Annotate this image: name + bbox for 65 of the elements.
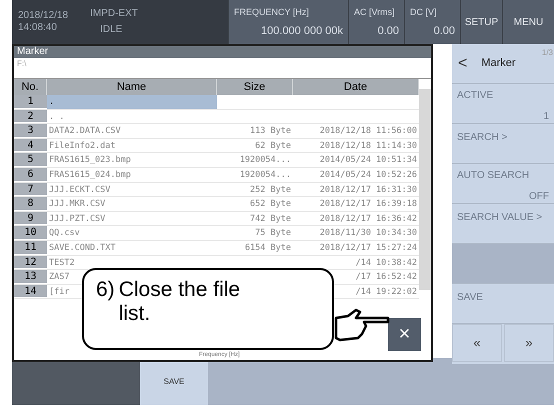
file-date-cell-text: 2018/12/18 11:56:00	[318, 125, 418, 138]
file-date-cell-text: 2018/12/17 16:39:18	[318, 198, 418, 211]
file-size-cell-text: 75 Byte	[254, 227, 292, 240]
file-size-cell-text: 62 Byte	[254, 140, 292, 152]
softkey-value: 1	[542, 110, 549, 124]
file-date-cell-text: 2018/12/18 11:14:30	[318, 140, 418, 152]
page-nav-button[interactable]: «	[452, 324, 502, 362]
file-date-cell-text: 2018/12/17 16:31:30	[318, 184, 418, 196]
softkey-button[interactable]: AUTO SEARCH OFF	[452, 164, 554, 204]
readout-value: 100.000 000 00k	[260, 24, 343, 38]
row-number: 5	[14, 153, 47, 167]
row-number: 6	[14, 168, 47, 182]
softkey-button[interactable]: SEARCH >	[452, 124, 554, 164]
measure-state: IDLE	[99, 24, 124, 36]
page-indicator: 1/3	[542, 47, 553, 59]
file-size-cell-text: 742 Byte	[249, 212, 292, 226]
step-number: 6)	[96, 278, 115, 303]
file-date-cell-text: 2018/12/17 15:27:24	[318, 242, 418, 255]
row-number: 13	[14, 270, 47, 284]
status-time: 14:08:40	[18, 22, 58, 34]
softkey-value: OFF	[528, 190, 549, 204]
scrollbar[interactable]	[419, 79, 431, 300]
readout-value: 0.00	[376, 24, 399, 38]
readout-label: FREQUENCY [Hz]	[234, 6, 310, 19]
readout-value: 0.00	[432, 24, 455, 38]
file-date-cell-text: 2014/05/24 10:51:34	[318, 154, 418, 167]
file-size-cell-text: 1920054...	[238, 154, 292, 167]
row-number: 9	[14, 212, 47, 226]
file-size-cell-text: 652 Byte	[249, 198, 292, 211]
row-number: 12	[14, 256, 47, 270]
readout-label: AC [Vrms]	[354, 6, 396, 19]
instruction-text: Close the file list.	[118, 278, 242, 327]
row-number: 1	[14, 95, 47, 109]
file-date-cell-text: /14 19:22:02	[354, 286, 418, 298]
panel-title: Marker	[480, 56, 516, 72]
column-header[interactable]: Size	[217, 79, 293, 95]
page-nav-button[interactable]: »	[504, 324, 554, 362]
dialog-title: Marker	[14, 46, 431, 58]
close-button[interactable]: ×	[388, 318, 421, 351]
menu-button[interactable]: SETUP	[460, 0, 502, 44]
path-field[interactable]: F:\	[14, 58, 431, 79]
file-date-cell-text: /17 16:52:42	[354, 271, 418, 284]
row-number: 3	[14, 124, 47, 138]
row-number: 14	[14, 284, 47, 298]
softkey-button[interactable]: ACTIVE 1	[452, 84, 554, 124]
row-number: 8	[14, 197, 47, 211]
file-date-cell-text: 2014/05/24 10:52:26	[318, 168, 418, 182]
file-size-cell-text: 252 Byte	[249, 184, 292, 196]
row-number: 11	[14, 240, 47, 255]
row-number: 7	[14, 182, 47, 196]
measure-mode: IMPD-EXT	[90, 8, 138, 20]
back-icon[interactable]: <	[452, 52, 468, 76]
file-date-cell-text: 2018/11/30 10:34:30	[318, 227, 418, 240]
file-date-cell-text: /14 10:38:42	[354, 256, 418, 270]
file-size-cell-text: 1920054...	[238, 168, 292, 182]
file-size-cell-text: 113 Byte	[249, 125, 292, 138]
row-number: 4	[14, 138, 47, 152]
file-date-cell-text: 2018/12/17 16:36:42	[318, 212, 418, 226]
status-date: 2018/12/18	[18, 10, 68, 22]
file-name-cell[interactable]: .	[47, 95, 217, 109]
readout-label: DC [V]	[410, 6, 438, 19]
menu-button[interactable]: MENU	[502, 0, 554, 44]
file-size-cell-text: 6154 Byte	[244, 242, 292, 255]
row-number: 2	[14, 110, 47, 124]
row-number: 10	[14, 226, 47, 240]
